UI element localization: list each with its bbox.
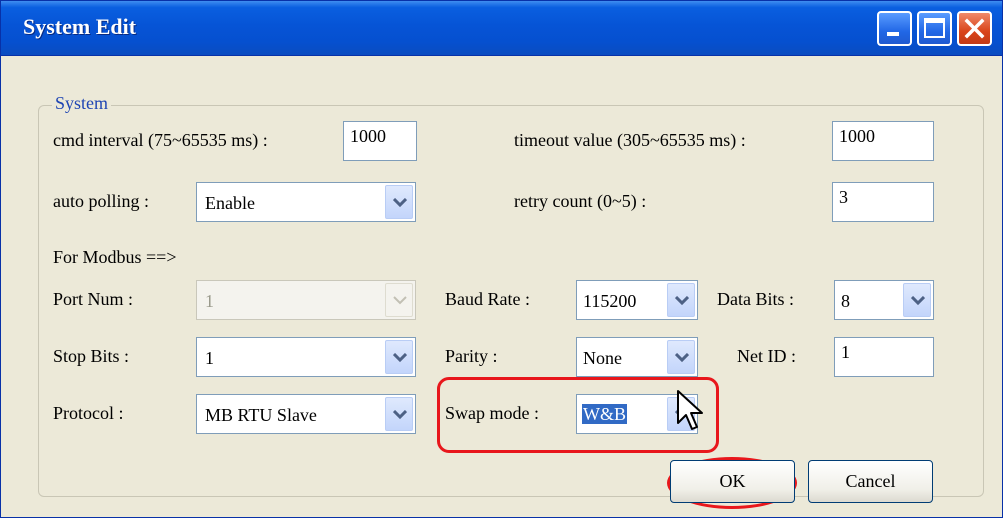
stop-bits-dropdown-button[interactable] (385, 340, 413, 374)
data-bits-label: Data Bits : (717, 289, 794, 309)
protocol-value: MB RTU Slave (205, 405, 317, 425)
port-num-label: Port Num : (53, 289, 134, 309)
auto-polling-dropdown-button[interactable] (385, 185, 413, 219)
cmd-interval-field[interactable]: 1000 (343, 121, 417, 161)
auto-polling-value: Enable (205, 193, 255, 213)
parity-label: Parity : (445, 346, 498, 366)
net-id-label: Net ID : (737, 346, 796, 366)
chevron-down-icon (911, 296, 925, 306)
port-num-select: 1 (196, 280, 416, 320)
cancel-button[interactable]: Cancel (808, 460, 933, 503)
cmd-interval-label: cmd interval (75~65535 ms) : (53, 130, 268, 150)
chevron-down-icon (393, 410, 407, 420)
close-button[interactable] (957, 11, 992, 46)
parity-select[interactable]: None (576, 337, 698, 377)
data-bits-select[interactable]: 8 (834, 280, 934, 320)
modbus-section-label: For Modbus ==> (53, 247, 177, 267)
stop-bits-value: 1 (205, 348, 214, 368)
chevron-down-icon (675, 296, 689, 306)
protocol-select[interactable]: MB RTU Slave (196, 394, 416, 434)
timeout-label: timeout value (305~65535 ms) : (514, 130, 746, 150)
data-bits-value: 8 (841, 291, 850, 311)
minimize-button[interactable] (877, 11, 912, 46)
window-title: System Edit (23, 14, 137, 39)
swap-mode-label: Swap mode : (445, 403, 539, 423)
groupbox-legend: System (52, 93, 112, 114)
baud-rate-select[interactable]: 115200 (576, 280, 698, 320)
stop-bits-label: Stop Bits : (53, 346, 130, 366)
baud-rate-label: Baud Rate : (445, 289, 530, 309)
chevron-down-icon (393, 353, 407, 363)
ok-button[interactable]: OK (670, 460, 795, 503)
auto-polling-label: auto polling : (53, 191, 149, 211)
retry-count-label: retry count (0~5) : (514, 191, 647, 211)
retry-count-field[interactable]: 3 (832, 182, 934, 222)
port-num-value: 1 (205, 291, 214, 311)
dialog-client-area: System cmd interval (75~65535 ms) : 1000… (1, 57, 1002, 517)
chevron-down-icon (675, 353, 689, 363)
stop-bits-select[interactable]: 1 (196, 337, 416, 377)
parity-dropdown-button[interactable] (667, 340, 695, 374)
auto-polling-select[interactable]: Enable (196, 182, 416, 222)
net-id-field[interactable]: 1 (834, 337, 934, 377)
data-bits-dropdown-button[interactable] (903, 283, 931, 317)
timeout-field[interactable]: 1000 (832, 121, 934, 161)
baud-rate-value: 115200 (583, 291, 637, 311)
chevron-down-icon (393, 198, 407, 208)
parity-value: None (583, 348, 622, 368)
protocol-dropdown-button[interactable] (385, 397, 413, 431)
port-num-dropdown-button (385, 283, 413, 317)
protocol-label: Protocol : (53, 403, 124, 423)
chevron-down-icon (393, 296, 407, 305)
system-edit-window: System Edit System cmd interval (75~6553… (0, 0, 1003, 518)
maximize-button[interactable] (917, 11, 952, 46)
minimize-icon (887, 32, 899, 36)
title-bar[interactable]: System Edit (1, 1, 1002, 56)
maximize-icon (924, 18, 945, 38)
close-icon (964, 18, 985, 39)
swap-mode-value: W&B (582, 404, 627, 424)
baud-rate-dropdown-button[interactable] (667, 283, 695, 317)
mouse-cursor-icon (677, 390, 703, 430)
